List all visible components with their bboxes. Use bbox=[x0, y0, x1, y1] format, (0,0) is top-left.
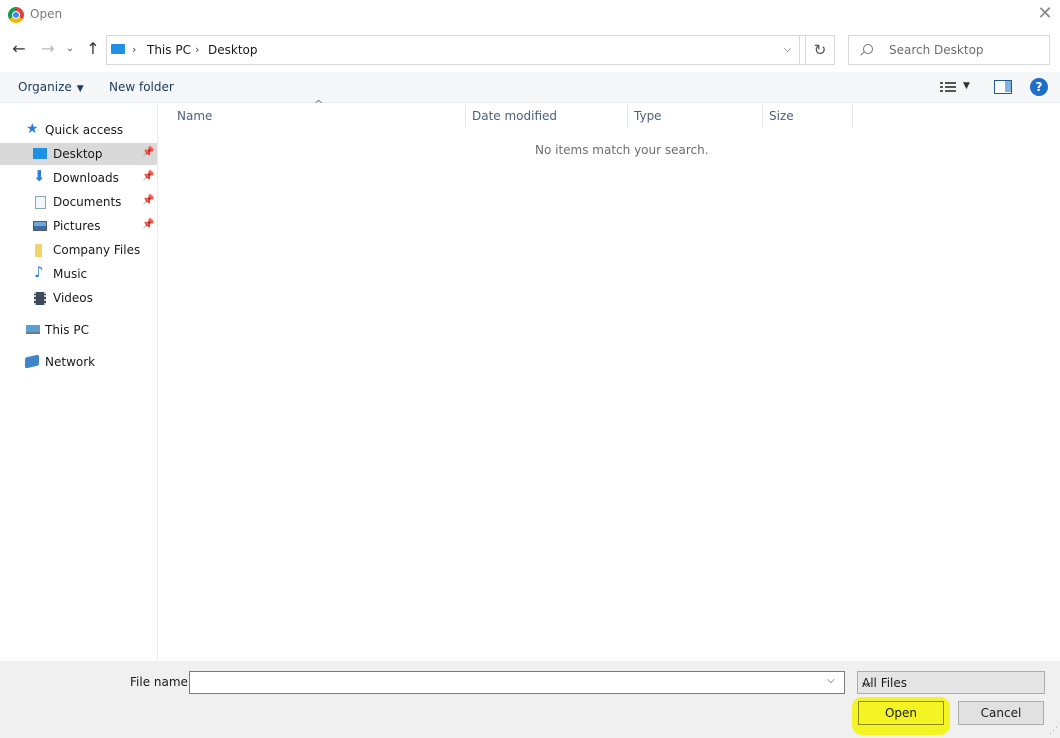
view-options-icon[interactable] bbox=[940, 81, 956, 94]
desktop-icon bbox=[33, 148, 47, 159]
music-icon: ♪ bbox=[34, 263, 44, 281]
network-icon bbox=[25, 354, 39, 369]
column-header-label: Type bbox=[634, 109, 662, 123]
sidebar-item-label: Network bbox=[45, 355, 96, 369]
view-options-caret-icon[interactable]: ▼ bbox=[963, 81, 970, 91]
forward-arrow-icon[interactable]: → bbox=[37, 38, 59, 62]
organize-button[interactable]: Organize ▼ bbox=[18, 80, 84, 94]
sidebar-item-label: Videos bbox=[53, 291, 93, 305]
window-title: Open bbox=[30, 7, 63, 21]
file-name-label: File name: bbox=[130, 675, 192, 689]
file-type-select[interactable]: All Files ⌵ bbox=[857, 671, 1045, 694]
sidebar-item-pictures[interactable]: Pictures 📌 bbox=[0, 215, 157, 237]
navigation-pane: ★ Quick access Desktop 📌 ⬇ Downloads 📌 D… bbox=[0, 103, 158, 661]
sidebar-item-label: Pictures bbox=[53, 219, 101, 233]
sidebar-item-videos[interactable]: Videos bbox=[0, 287, 157, 309]
resize-grip-icon[interactable]: ⋰ bbox=[1049, 726, 1058, 736]
file-list[interactable] bbox=[158, 103, 1060, 661]
help-icon[interactable]: ? bbox=[1030, 78, 1048, 96]
sidebar-item-this-pc[interactable]: This PC bbox=[0, 319, 157, 341]
pin-icon[interactable]: 📌 bbox=[142, 219, 154, 230]
sidebar-item-quick-access[interactable]: ★ Quick access bbox=[0, 119, 157, 141]
search-input[interactable]: Search Desktop bbox=[848, 35, 1050, 65]
title-bar: Open ✕ bbox=[0, 0, 1060, 30]
address-bar[interactable]: › This PC › Desktop bbox=[106, 35, 806, 65]
refresh-icon[interactable]: ↻ bbox=[805, 35, 835, 65]
cancel-button[interactable]: Cancel bbox=[958, 701, 1044, 725]
breadcrumb-separator-icon: › bbox=[195, 43, 200, 56]
search-icon bbox=[863, 44, 873, 54]
back-arrow-icon[interactable]: ← bbox=[8, 38, 30, 62]
star-icon: ★ bbox=[26, 121, 39, 137]
file-name-history-chevron-icon[interactable]: ⌵ bbox=[827, 675, 835, 686]
up-arrow-icon[interactable]: ↑ bbox=[82, 38, 104, 62]
sidebar-item-label: Company Files bbox=[53, 243, 141, 257]
column-header-name[interactable]: Name bbox=[171, 105, 466, 127]
sidebar-item-company-files[interactable]: Company Files bbox=[0, 239, 157, 261]
empty-message: No items match your search. bbox=[535, 143, 709, 157]
pin-icon[interactable]: 📌 bbox=[142, 147, 154, 158]
sidebar-item-label: Downloads bbox=[53, 171, 119, 185]
pin-icon[interactable]: 📌 bbox=[142, 171, 154, 182]
column-header-label: Name bbox=[177, 109, 213, 123]
column-header-label: Date modified bbox=[472, 109, 558, 123]
pin-icon[interactable]: 📌 bbox=[142, 195, 154, 206]
recent-locations-chevron-icon[interactable]: ⌄ bbox=[62, 38, 78, 62]
column-header-date-modified[interactable]: Date modified bbox=[466, 105, 628, 127]
sidebar-item-label: Quick access bbox=[45, 123, 124, 137]
videos-icon bbox=[34, 292, 46, 305]
address-history-chevron-icon[interactable]: ⌵ bbox=[776, 35, 800, 65]
chrome-icon bbox=[8, 7, 24, 23]
column-header-type[interactable]: Type bbox=[628, 105, 763, 127]
sidebar-item-network[interactable]: Network bbox=[0, 351, 157, 373]
command-bar: Organize ▼ New folder ▼ bbox=[0, 72, 1060, 103]
caret-down-icon: ▼ bbox=[76, 84, 84, 94]
search-placeholder: Search Desktop bbox=[889, 43, 984, 57]
column-header-label: Size bbox=[769, 109, 794, 123]
sidebar-item-label: Desktop bbox=[53, 147, 103, 161]
sidebar-item-label: Documents bbox=[53, 195, 122, 209]
pictures-icon bbox=[33, 221, 47, 231]
new-folder-button[interactable]: New folder bbox=[109, 80, 174, 94]
open-button[interactable]: Open bbox=[858, 701, 944, 725]
download-icon: ⬇ bbox=[33, 167, 46, 185]
sidebar-item-music[interactable]: ♪ Music bbox=[0, 263, 157, 285]
sidebar-item-label: Music bbox=[53, 267, 88, 281]
sidebar-item-documents[interactable]: Documents 📌 bbox=[0, 191, 157, 213]
preview-pane-icon[interactable] bbox=[994, 80, 1012, 94]
document-icon bbox=[35, 196, 46, 209]
sidebar-item-desktop[interactable]: Desktop 📌 bbox=[0, 143, 157, 165]
breadcrumb-this-pc[interactable]: This PC bbox=[147, 43, 191, 57]
computer-icon bbox=[26, 325, 40, 334]
chevron-down-icon: ⌵ bbox=[862, 676, 872, 690]
folder-icon bbox=[35, 244, 42, 257]
computer-icon bbox=[111, 44, 125, 54]
close-button[interactable]: ✕ bbox=[1030, 0, 1060, 30]
sidebar-item-downloads[interactable]: ⬇ Downloads 📌 bbox=[0, 167, 157, 189]
breadcrumb-separator-icon: › bbox=[132, 43, 137, 56]
column-header-size[interactable]: Size bbox=[763, 105, 853, 127]
organize-label: Organize bbox=[18, 80, 72, 94]
breadcrumb-desktop[interactable]: Desktop bbox=[208, 43, 258, 57]
sidebar-item-label: This PC bbox=[45, 323, 89, 337]
file-name-field[interactable] bbox=[189, 671, 845, 694]
